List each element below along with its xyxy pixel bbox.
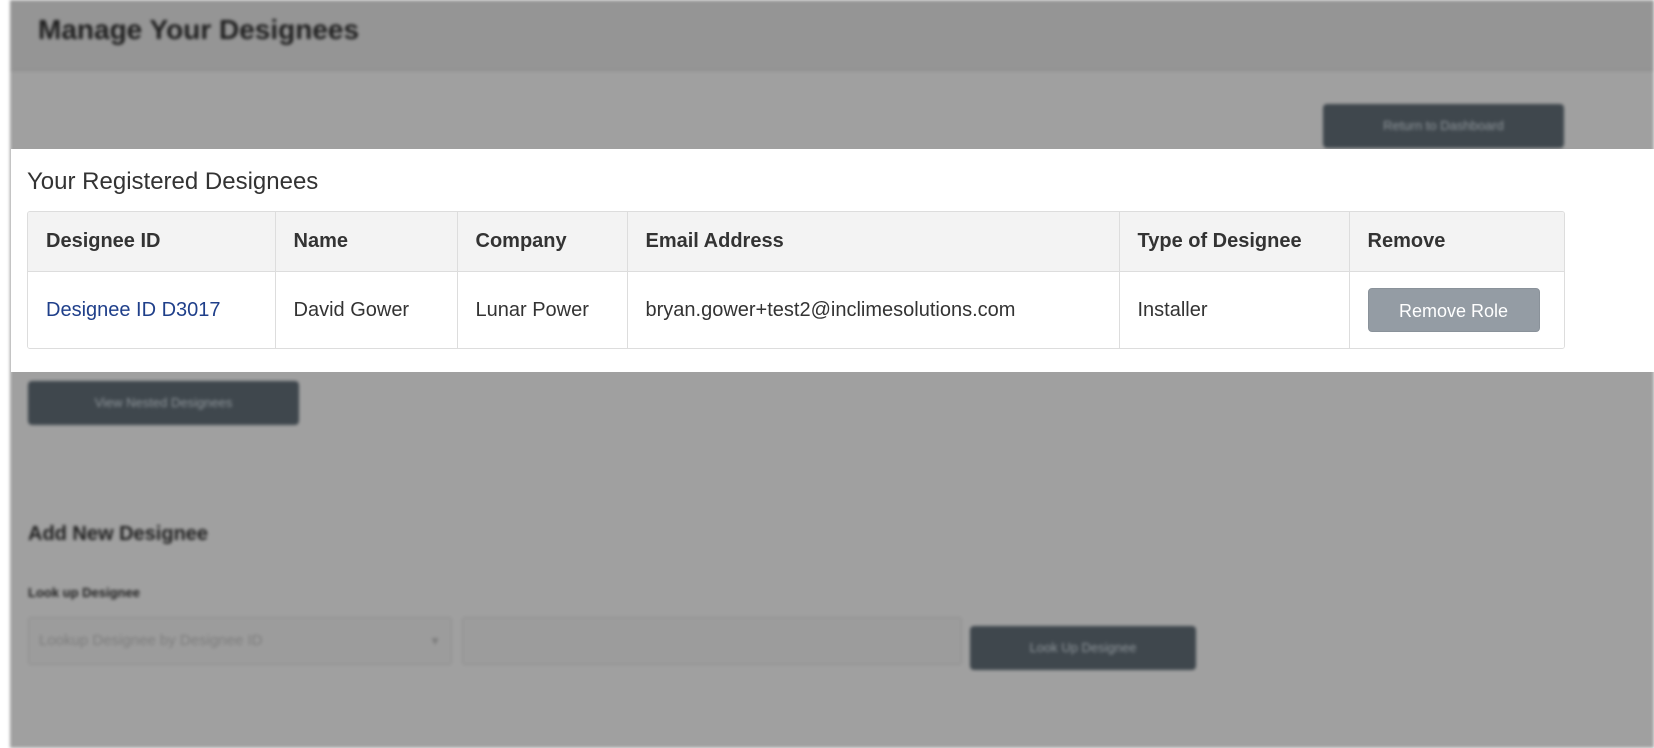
column-header-type: Type of Designee bbox=[1119, 212, 1350, 272]
designee-type: Installer bbox=[1119, 271, 1350, 348]
designee-email: bryan.gower+test2@inclimesolutions.com bbox=[627, 271, 1120, 348]
designee-name: David Gower bbox=[275, 271, 458, 348]
column-header-company: Company bbox=[457, 212, 628, 272]
column-header-designee-id: Designee ID bbox=[28, 212, 276, 272]
lookup-type-select[interactable]: Lookup Designee by Designee ID ▼ bbox=[28, 617, 452, 665]
chevron-down-icon: ▼ bbox=[429, 634, 441, 648]
column-header-remove: Remove bbox=[1349, 212, 1564, 272]
table-row: Designee ID D3017 David Gower Lunar Powe… bbox=[28, 271, 1564, 348]
dimmed-page: Manage Your Designees Return to Dashboar… bbox=[0, 0, 1654, 748]
column-header-name: Name bbox=[275, 212, 458, 272]
remove-cell: Remove Role bbox=[1349, 271, 1564, 348]
column-header-email: Email Address bbox=[627, 212, 1120, 272]
designee-company: Lunar Power bbox=[457, 271, 628, 348]
designee-id-link[interactable]: Designee ID D3017 bbox=[28, 271, 276, 348]
designee-id-input[interactable] bbox=[462, 617, 962, 665]
designees-table: Designee ID Name Company Email Address T… bbox=[27, 211, 1565, 349]
lookup-type-value: Lookup Designee by Designee ID bbox=[39, 632, 263, 649]
table-header-row: Designee ID Name Company Email Address T… bbox=[28, 212, 1564, 272]
registered-designees-heading: Your Registered Designees bbox=[27, 168, 319, 195]
remove-role-button[interactable]: Remove Role bbox=[1367, 288, 1540, 332]
add-new-designee-heading: Add New Designee bbox=[28, 523, 209, 545]
page-title: Manage Your Designees bbox=[38, 14, 360, 45]
look-up-designee-button[interactable]: Look Up Designee bbox=[970, 626, 1196, 670]
view-nested-designees-button[interactable]: View Nested Designees bbox=[28, 381, 299, 425]
registered-designees-panel: Your Registered Designees Designee ID Na… bbox=[11, 149, 1654, 372]
header-bar: Manage Your Designees bbox=[10, 0, 1654, 71]
return-to-dashboard-button[interactable]: Return to Dashboard bbox=[1323, 104, 1564, 148]
look-up-designee-label: Look up Designee bbox=[28, 585, 140, 600]
